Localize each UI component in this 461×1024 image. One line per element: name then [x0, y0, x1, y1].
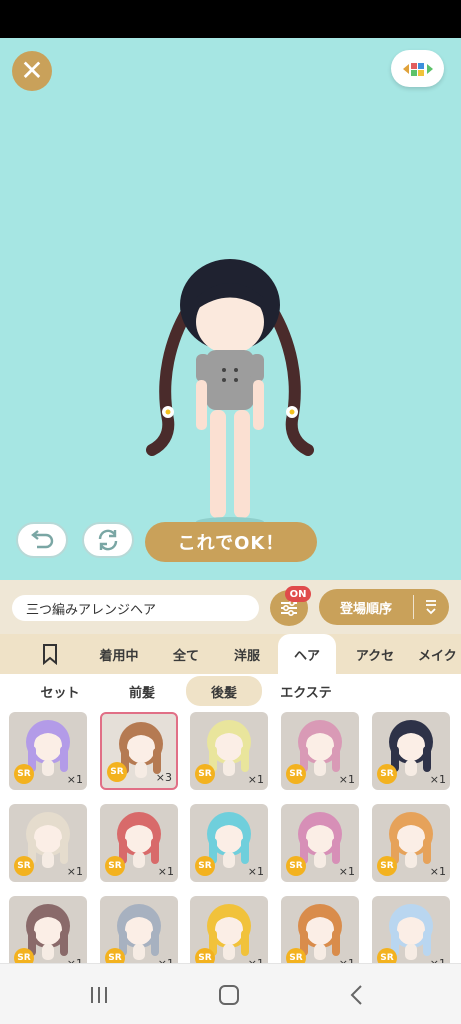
rarity-badge: SR: [14, 856, 34, 876]
home-icon: [219, 985, 239, 1005]
hair-item-card[interactable]: SR ×1: [9, 804, 87, 882]
sort-order-button[interactable]: 登場順序: [319, 589, 449, 625]
recent-apps-button[interactable]: [86, 982, 112, 1008]
item-count: ×1: [338, 773, 355, 786]
back-icon: [350, 985, 362, 1005]
item-count: ×1: [429, 865, 446, 878]
subtab-extensions[interactable]: エクステ: [268, 676, 344, 706]
system-nav-bar: [0, 963, 461, 1024]
reset-button[interactable]: [82, 522, 134, 558]
hair-item-card[interactable]: SR ×1: [190, 712, 268, 790]
close-icon: ✕: [20, 54, 44, 87]
item-count: ×1: [247, 865, 264, 878]
hair-item-card[interactable]: SR×1: [281, 896, 359, 963]
hair-item-card[interactable]: SR×1: [9, 896, 87, 963]
hair-item-card[interactable]: SR×1: [190, 896, 268, 963]
bookmark-icon: [43, 644, 57, 665]
item-count: ×1: [66, 773, 83, 786]
item-name-label: 三つ編みアレンジヘア: [12, 595, 259, 621]
subtab-front-hair[interactable]: 前髪: [106, 676, 178, 706]
tab-makeup[interactable]: メイク: [418, 634, 461, 674]
refresh-icon: [98, 529, 118, 551]
undo-button[interactable]: [16, 522, 68, 558]
filter-on-badge: ON: [285, 586, 311, 602]
item-grid: SR ×1 SR ×3 SR ×1 SR ×1 SR ×1 SR ×1 SR ×1 SR ×1 SR ×1 SR ×1…: [0, 708, 461, 963]
close-button[interactable]: ✕: [12, 51, 52, 91]
hair-item-card[interactable]: SR ×1: [281, 804, 359, 882]
rarity-badge: SR: [14, 948, 34, 963]
confirm-ok-button[interactable]: これでOK！: [145, 522, 317, 562]
status-bar: [0, 0, 461, 38]
hair-item-card[interactable]: SR ×1: [190, 804, 268, 882]
tab-accessories[interactable]: アクセ: [344, 634, 406, 674]
hair-item-card[interactable]: SR ×1: [100, 804, 178, 882]
item-count: ×1: [429, 773, 446, 786]
tab-wearing[interactable]: 着用中: [88, 634, 150, 674]
rarity-badge: SR: [105, 948, 125, 963]
hair-item-card[interactable]: SR ×3: [100, 712, 178, 790]
sub-category-tabs: セット 前髪 後髪 エクステ: [0, 674, 461, 708]
avatar-figure: [146, 259, 314, 527]
home-button[interactable]: [216, 982, 242, 1008]
rarity-badge: SR: [195, 948, 215, 963]
rarity-badge: SR: [377, 856, 397, 876]
item-count: ×1: [247, 773, 264, 786]
rarity-badge: SR: [105, 856, 125, 876]
hair-item-card[interactable]: SR ×1: [9, 712, 87, 790]
item-count: ×1: [157, 865, 174, 878]
back-button[interactable]: [344, 982, 370, 1008]
recent-apps-icon: [91, 987, 107, 1003]
rarity-badge: SR: [377, 948, 397, 963]
rarity-badge: SR: [107, 762, 127, 782]
hair-item-card[interactable]: SR×1: [372, 896, 450, 963]
tab-all[interactable]: 全て: [160, 634, 212, 674]
rarity-badge: SR: [286, 856, 306, 876]
rarity-badge: SR: [195, 764, 215, 784]
tab-clothes[interactable]: 洋服: [220, 634, 274, 674]
rarity-badge: SR: [286, 948, 306, 963]
item-count: ×3: [155, 771, 172, 784]
hair-item-card[interactable]: SR ×1: [372, 712, 450, 790]
item-count: ×1: [338, 865, 355, 878]
rarity-badge: SR: [14, 764, 34, 784]
rarity-badge: SR: [286, 764, 306, 784]
view-toggle-button[interactable]: [391, 50, 444, 87]
color-grid-icon: [402, 62, 433, 76]
sort-order-label: 登場順序: [339, 601, 392, 617]
hair-item-card[interactable]: SR ×1: [281, 712, 359, 790]
subtab-back-hair[interactable]: 後髪: [186, 676, 262, 706]
item-count: ×1: [66, 865, 83, 878]
subtab-set[interactable]: セット: [18, 676, 102, 706]
tab-hair[interactable]: ヘア: [278, 634, 336, 674]
divider: [413, 595, 414, 619]
undo-icon: [31, 530, 54, 549]
category-tabs: 着用中 全て 洋服 ヘア アクセ メイク: [0, 634, 461, 674]
sort-list-icon: [414, 598, 448, 616]
rarity-badge: SR: [195, 856, 215, 876]
hair-item-card[interactable]: SR×1: [100, 896, 178, 963]
rarity-badge: SR: [377, 764, 397, 784]
tab-bookmark[interactable]: [26, 634, 74, 674]
hair-item-card[interactable]: SR ×1: [372, 804, 450, 882]
